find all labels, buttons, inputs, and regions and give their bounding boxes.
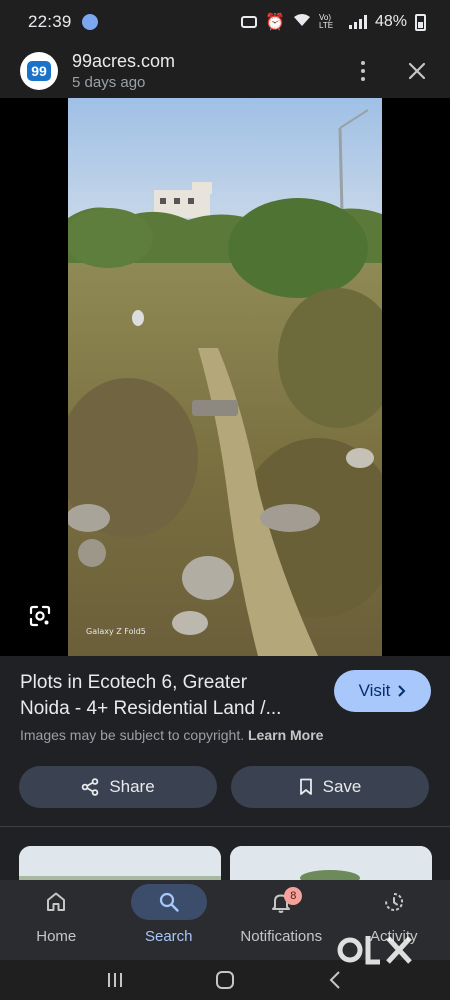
close-icon [408, 62, 426, 80]
copyright-notice: Images may be subject to copyright. Lear… [20, 727, 323, 743]
history-icon [384, 892, 403, 911]
posted-time: 5 days ago [72, 74, 146, 91]
close-button[interactable] [402, 56, 432, 86]
save-button[interactable]: Save [231, 766, 429, 808]
status-bar: 22:39 ⏰ Vo) LTE 48% [0, 0, 450, 44]
nav-notifications-icon-wrap: 8 [243, 884, 319, 920]
result-panel: Plots in Ecotech 6, Greater Noida - 4+ R… [0, 656, 450, 886]
alarm-icon: ⏰ [265, 14, 285, 31]
site-name[interactable]: 99acres.com [72, 51, 175, 72]
image-viewer[interactable]: Galaxy Z Fold5 [0, 98, 450, 656]
share-icon [82, 778, 99, 796]
result-title-line1: Plots in Ecotech 6, Greater [20, 672, 248, 693]
home-icon [47, 892, 66, 911]
site-favicon[interactable]: 99 [20, 52, 58, 90]
nav-home-label: Home [36, 928, 77, 945]
nav-search-icon-wrap [130, 884, 207, 920]
network-label: Vo) LTE [318, 13, 334, 30]
olx-logo [337, 936, 412, 965]
visit-button[interactable]: Visit [334, 670, 431, 712]
olx-watermark [336, 930, 416, 970]
nav-home[interactable]: Home [0, 880, 113, 960]
home-pill-icon [216, 971, 234, 989]
lens-button[interactable] [28, 604, 52, 628]
result-title-line2: Noida - 4+ Residential Land /... [20, 698, 282, 719]
notification-badge: 8 [284, 887, 303, 905]
nav-search-label: Search [144, 928, 193, 945]
screen: 22:39 ⏰ Vo) LTE 48% 99 99acres.com 5 day… [0, 0, 450, 1000]
wifi-icon [293, 13, 311, 32]
recents-icon [108, 973, 122, 987]
result-title[interactable]: Plots in Ecotech 6, Greater Noida - 4+ R… [20, 670, 320, 722]
battery-percent: 48% [374, 13, 407, 30]
nav-home-icon-wrap [18, 884, 94, 920]
home-system-button[interactable] [210, 968, 240, 992]
dnd-icon [241, 16, 258, 28]
visit-label: Visit [358, 681, 391, 700]
recents-button[interactable] [100, 968, 130, 992]
google-lens-icon [29, 605, 51, 627]
nav-activity-icon-wrap [356, 884, 432, 920]
nav-notifications[interactable]: 8 Notifications [225, 880, 338, 960]
photo-watermark: Galaxy Z Fold5 [86, 627, 146, 636]
back-button[interactable] [320, 968, 350, 992]
result-header: 99 99acres.com 5 days ago [0, 44, 450, 98]
learn-more-link[interactable]: Learn More [248, 727, 323, 743]
more-options-button[interactable] [348, 56, 378, 86]
nav-search[interactable]: Search [113, 880, 226, 960]
search-icon [159, 892, 179, 912]
save-label: Save [322, 777, 362, 796]
google-status-icon [81, 14, 98, 30]
favicon-logo: 99 [27, 61, 51, 81]
back-icon [329, 971, 340, 989]
share-button[interactable]: Share [19, 766, 217, 808]
bookmark-icon [299, 778, 312, 795]
nav-notifications-label: Notifications [240, 928, 323, 945]
copyright-text: Images may be subject to copyright. [20, 727, 245, 743]
status-time: 22:39 [28, 12, 72, 31]
plot-image: Galaxy Z Fold5 [68, 98, 382, 656]
more-vert-icon [361, 61, 365, 81]
battery-icon [415, 13, 426, 31]
site-meta: 99acres.com 5 days ago [72, 51, 175, 91]
divider [0, 826, 450, 827]
property-photo[interactable]: Galaxy Z Fold5 [68, 98, 382, 656]
signal-icon [348, 15, 367, 29]
share-label: Share [109, 777, 155, 796]
status-indicators: ⏰ Vo) LTE 48% [241, 12, 426, 32]
chevron-right-icon [398, 685, 406, 697]
